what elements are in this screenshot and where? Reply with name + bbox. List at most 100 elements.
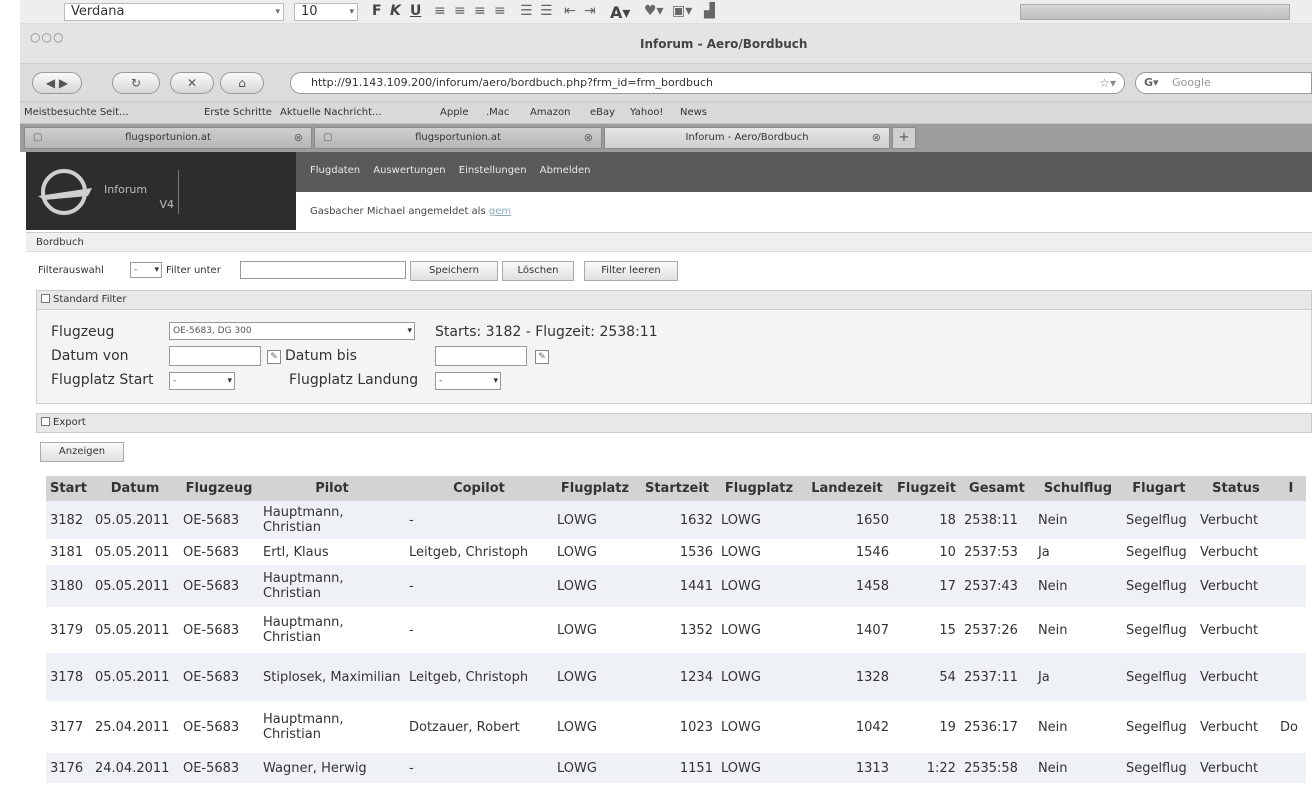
window-controls-icon[interactable]: ○○○ (30, 30, 64, 44)
chevron-down-icon: ▾ (154, 265, 159, 275)
underline-button[interactable]: U (410, 3, 421, 19)
bookmark-item[interactable]: Apple (440, 107, 468, 118)
toolbar-scrollbar[interactable] (1020, 4, 1290, 20)
tab-inforum-bordbuch[interactable]: Inforum - Aero/Bordbuch ⊗ (604, 127, 890, 149)
expand-icon[interactable] (41, 417, 50, 426)
image-icon[interactable]: ▣▾ (672, 3, 692, 19)
col-landezeit[interactable]: Landezeit (800, 476, 893, 501)
back-icon[interactable]: ◀ (46, 76, 55, 90)
italic-button[interactable]: K (390, 3, 401, 19)
filter-name-input[interactable] (240, 261, 406, 279)
col-status[interactable]: Status (1195, 476, 1276, 501)
nav-auswertungen[interactable]: Auswertungen (373, 165, 445, 176)
bookmark-item[interactable]: News (680, 107, 707, 118)
tab-flugsportunion-1[interactable]: ▢ flugsportunion.at ⊗ (24, 127, 312, 149)
bookmark-item[interactable]: .Mac (486, 107, 509, 118)
collapse-icon[interactable] (41, 294, 50, 303)
align-center-icon[interactable]: ≡ (454, 3, 466, 19)
login-user-link[interactable]: gem (489, 206, 511, 217)
bookmark-item[interactable]: Erste Schritte (204, 107, 272, 118)
window-title: Inforum - Aero/Bordbuch (640, 37, 808, 51)
cell-start: 3182 (46, 501, 91, 539)
filter-select-label: Filterauswahl (38, 265, 104, 276)
bold-button[interactable]: F (372, 3, 382, 19)
table-row[interactable]: 3181 05.05.2011 OE-5683 Ertl, Klaus Leit… (46, 539, 1306, 565)
col-schulflug[interactable]: Schulflug (1033, 476, 1122, 501)
url-input[interactable]: http://91.143.109.200/inforum/aero/bordb… (290, 72, 1125, 94)
col-datum[interactable]: Datum (90, 476, 179, 501)
col-copilot[interactable]: Copilot (404, 476, 553, 501)
cell-flugplatz-landung: LOWG (716, 607, 801, 653)
align-right-icon[interactable]: ≡ (474, 3, 486, 19)
table-row[interactable]: 3176 24.04.2011 OE-5683 Wagner, Herwig -… (46, 753, 1306, 783)
cell-pilot: Ertl, Klaus (258, 539, 405, 565)
show-button[interactable]: Anzeigen (40, 442, 124, 462)
table-row[interactable]: 3179 05.05.2011 OE-5683 Hauptmann, Chris… (46, 607, 1306, 653)
aircraft-select[interactable]: OE-5683, DG 300 ▾ (169, 322, 415, 340)
chart-icon[interactable]: ▟ (704, 3, 715, 19)
indent-icon[interactable]: ⇥ (584, 3, 596, 19)
table-row[interactable]: 3177 25.04.2011 OE-5683 Hauptmann, Chris… (46, 701, 1306, 753)
date-from-input[interactable] (169, 346, 261, 366)
export-toggle[interactable]: Export (36, 413, 1312, 433)
delete-button[interactable]: Löschen (502, 261, 574, 281)
stop-button[interactable]: ✕ (170, 72, 214, 94)
outdent-icon[interactable]: ⇤ (564, 3, 576, 19)
close-tab-icon[interactable]: ⊗ (294, 128, 303, 148)
col-flugzeit[interactable]: Flugzeit (892, 476, 960, 501)
tab-flugsportunion-2[interactable]: ▢ flugsportunion.at ⊗ (314, 127, 602, 149)
reload-button[interactable]: ↻ (112, 72, 160, 94)
table-row[interactable]: 3182 05.05.2011 OE-5683 Hauptmann, Chris… (46, 501, 1306, 539)
table-row[interactable]: 3180 05.05.2011 OE-5683 Hauptmann, Chris… (46, 565, 1306, 607)
nav-einstellungen[interactable]: Einstellungen (459, 165, 527, 176)
cell-extra (1275, 565, 1306, 607)
col-start[interactable]: Start (46, 476, 91, 501)
calendar-icon[interactable]: ✎ (535, 350, 549, 364)
back-forward-button[interactable]: ◀ ▶ (32, 72, 82, 94)
date-to-input[interactable] (435, 346, 527, 366)
nav-abmelden[interactable]: Abmelden (540, 165, 591, 176)
search-input[interactable]: G▾ Google (1135, 72, 1312, 94)
close-tab-icon[interactable]: ⊗ (872, 128, 881, 148)
ordered-list-icon[interactable]: ☰ (520, 3, 533, 19)
bookmark-item[interactable]: eBay (590, 107, 615, 118)
bookmark-item[interactable]: Amazon (530, 107, 570, 118)
col-flugplatz-landung[interactable]: Flugplatz (716, 476, 801, 501)
calendar-icon[interactable]: ✎ (267, 350, 281, 364)
cell-start: 3177 (46, 701, 91, 753)
home-button[interactable]: ⌂ (220, 72, 264, 94)
close-tab-icon[interactable]: ⊗ (584, 128, 593, 148)
font-name-select[interactable]: Verdana ▾ (64, 3, 284, 21)
align-left-icon[interactable]: ≡ (434, 3, 446, 19)
nav-flugdaten[interactable]: Flugdaten (310, 165, 360, 176)
clear-filter-button[interactable]: Filter leeren (584, 261, 678, 281)
format-toolbar: Verdana ▾ 10 ▾ F K U ≡ ≡ ≡ ≡ ☰ ☰ ⇤ ⇥ A▾ … (20, 0, 1312, 24)
cell-landezeit: 1328 (800, 653, 893, 701)
col-flugplatz-start[interactable]: Flugplatz (552, 476, 637, 501)
align-justify-icon[interactable]: ≡ (494, 3, 506, 19)
col-flugzeug[interactable]: Flugzeug (178, 476, 259, 501)
bookmark-item[interactable]: Meistbesuchte Seit... (24, 107, 129, 118)
col-extra[interactable]: I (1275, 476, 1306, 501)
new-tab-button[interactable]: + (892, 127, 916, 149)
unordered-list-icon[interactable]: ☰ (540, 3, 553, 19)
table-row[interactable]: 3178 05.05.2011 OE-5683 Stiplosek, Maxim… (46, 653, 1306, 701)
col-startzeit[interactable]: Startzeit (636, 476, 717, 501)
cell-pilot: Hauptmann, Christian (258, 501, 405, 539)
airfield-landing-select[interactable]: - ▾ (435, 372, 501, 390)
text-color-icon[interactable]: A▾ (610, 3, 630, 22)
bookmark-item[interactable]: Aktuelle Nachricht... (280, 107, 382, 118)
bookmark-star-icon[interactable]: ☆▾ (1099, 73, 1116, 93)
cell-flugzeit: 18 (892, 501, 960, 539)
airfield-start-select[interactable]: - ▾ (169, 372, 235, 390)
font-size-select[interactable]: 10 ▾ (294, 3, 358, 21)
highlight-icon[interactable]: ♥▾ (644, 3, 664, 19)
col-flugart[interactable]: Flugart (1121, 476, 1196, 501)
col-pilot[interactable]: Pilot (258, 476, 405, 501)
standard-filter-toggle[interactable]: Standard Filter (36, 290, 1312, 310)
forward-icon[interactable]: ▶ (59, 76, 68, 90)
filter-select[interactable]: - ▾ (130, 262, 162, 278)
save-button[interactable]: Speichern (410, 261, 498, 281)
bookmark-item[interactable]: Yahoo! (630, 107, 663, 118)
col-gesamt[interactable]: Gesamt (959, 476, 1034, 501)
